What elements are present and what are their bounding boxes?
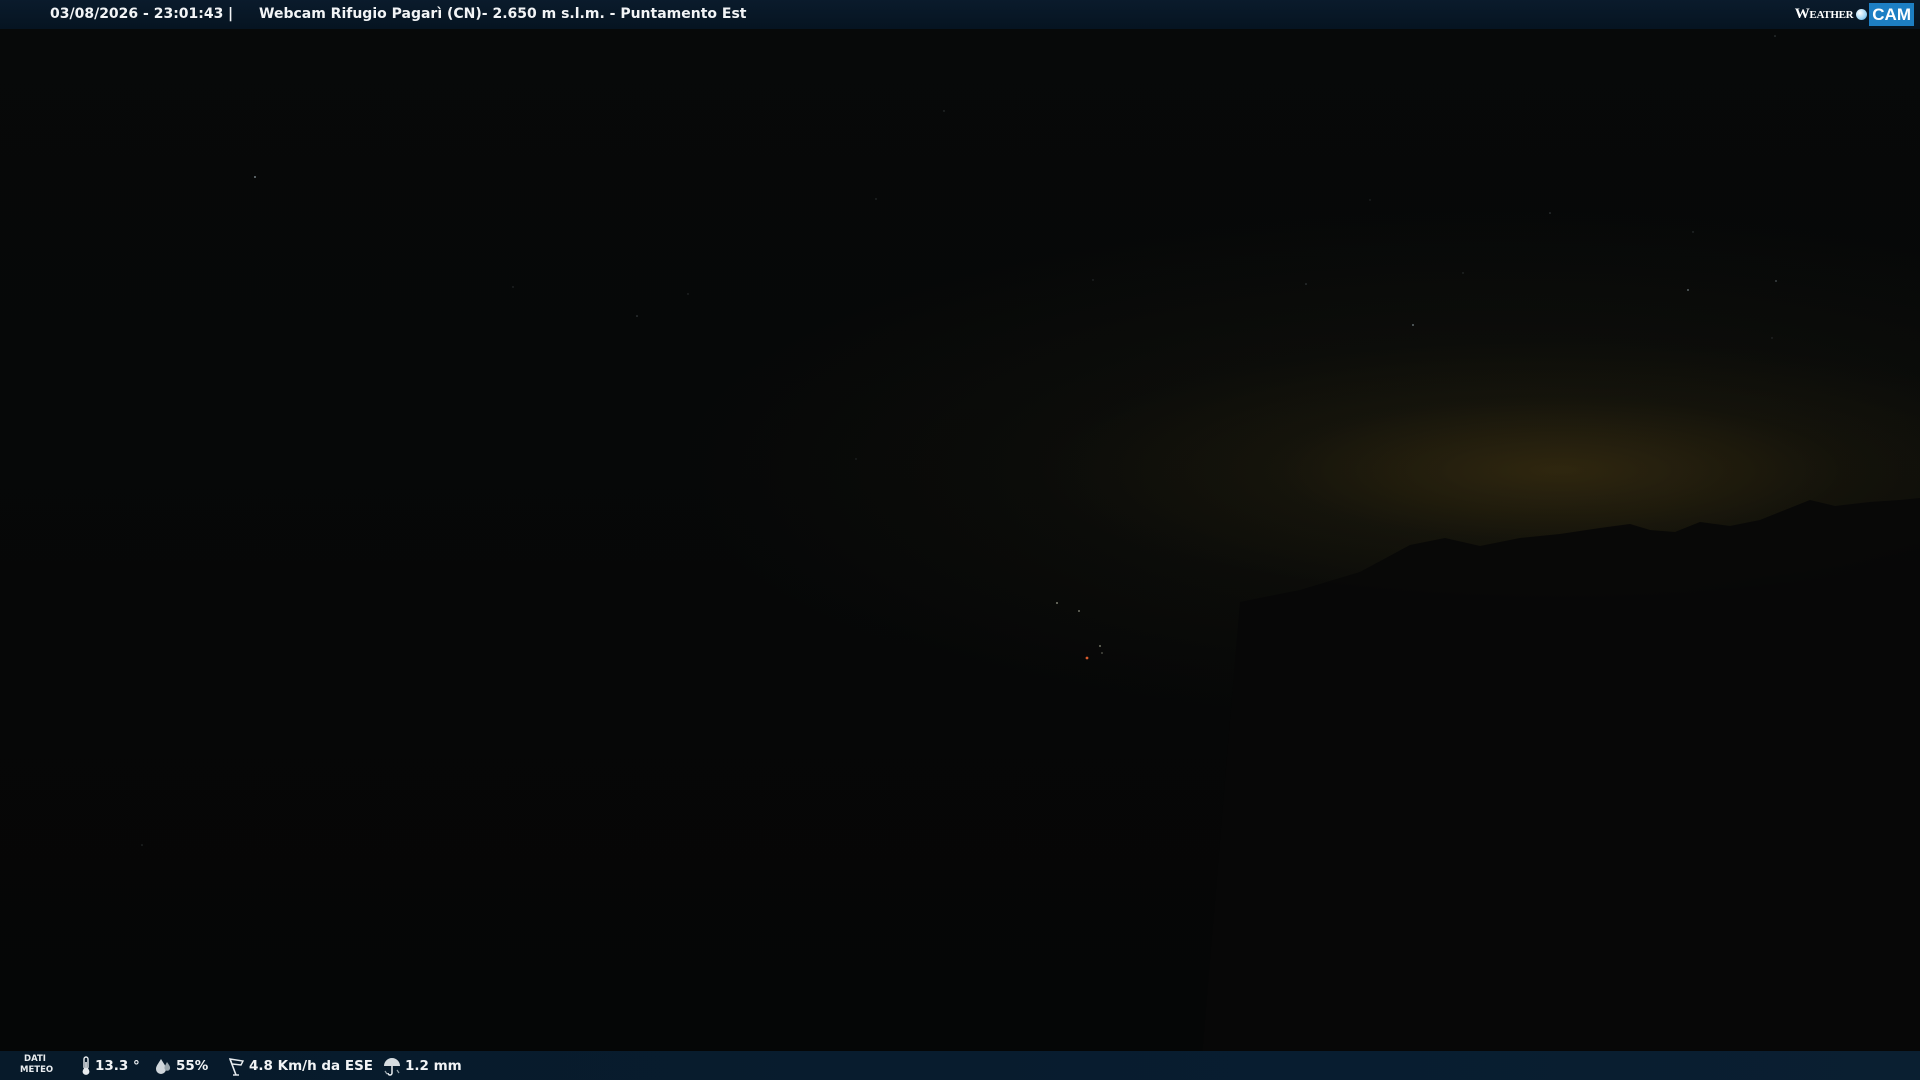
temperature-reading: 13.3 ° [80, 1051, 140, 1080]
star [855, 458, 857, 460]
webcam-frame: 03/08/2026 - 23:01:43 | Webcam Rifugio P… [0, 0, 1920, 1080]
humidity-reading: 55% [153, 1051, 208, 1080]
thermometer-icon [82, 1055, 90, 1075]
star [254, 176, 256, 178]
star [1462, 272, 1464, 274]
weather-label-line2: METEO [20, 1065, 54, 1075]
star [1692, 231, 1694, 233]
humidity-value: 55% [176, 1057, 209, 1074]
night-mountain-scene [0, 0, 1920, 1080]
capture-datetime: 03/08/2026 - 23:01:43 [50, 6, 224, 22]
wind-vane-icon [228, 1057, 245, 1076]
distant-light [1078, 610, 1080, 612]
star [943, 110, 945, 112]
star [1412, 324, 1414, 326]
caption-separator: | [228, 6, 234, 22]
star [1687, 289, 1689, 291]
star [1774, 35, 1776, 37]
distant-light [1101, 652, 1103, 654]
globe-dot-icon [1856, 9, 1868, 20]
distant-light [1099, 645, 1101, 647]
wind-value: 4.8 Km/h da ESE [249, 1057, 374, 1074]
star [141, 844, 143, 846]
distant-light [1085, 656, 1089, 660]
webcam-title: Webcam Rifugio Pagarì (CN)- 2.650 m s.l.… [259, 6, 747, 22]
landscape-drawing [141, 35, 1920, 1080]
logo-text-cam: CAM [1869, 3, 1914, 26]
mountain-silhouette [1200, 498, 1920, 1080]
rain-reading: 1.2 mm [382, 1051, 462, 1080]
star [687, 293, 689, 295]
temperature-value: 13.3 ° [95, 1057, 140, 1074]
weather-data-bar: DATI METEO 13.3 ° 55% 4.8 Km/h da ESE 1.… [0, 1051, 1920, 1080]
star [1369, 199, 1371, 201]
star [512, 286, 514, 288]
caption-bar: 03/08/2026 - 23:01:43 | Webcam Rifugio P… [0, 0, 1920, 29]
star [1775, 280, 1777, 282]
distant-light [1056, 602, 1058, 604]
umbrella-icon [384, 1057, 400, 1076]
star [1092, 279, 1094, 281]
weather-data-label: DATI METEO [20, 1054, 54, 1076]
weathercam-logo[interactable]: Weather CAM [1795, 3, 1914, 26]
wind-reading: 4.8 Km/h da ESE [226, 1051, 373, 1080]
star [1549, 212, 1551, 214]
humidity-drop-icon [156, 1058, 171, 1074]
star [1771, 337, 1773, 339]
logo-text-weather: Weather [1794, 6, 1854, 22]
weather-label-line1: DATI [24, 1054, 46, 1064]
star [636, 315, 638, 317]
rain-value: 1.2 mm [405, 1057, 462, 1074]
star [875, 198, 877, 200]
star [1305, 283, 1307, 285]
